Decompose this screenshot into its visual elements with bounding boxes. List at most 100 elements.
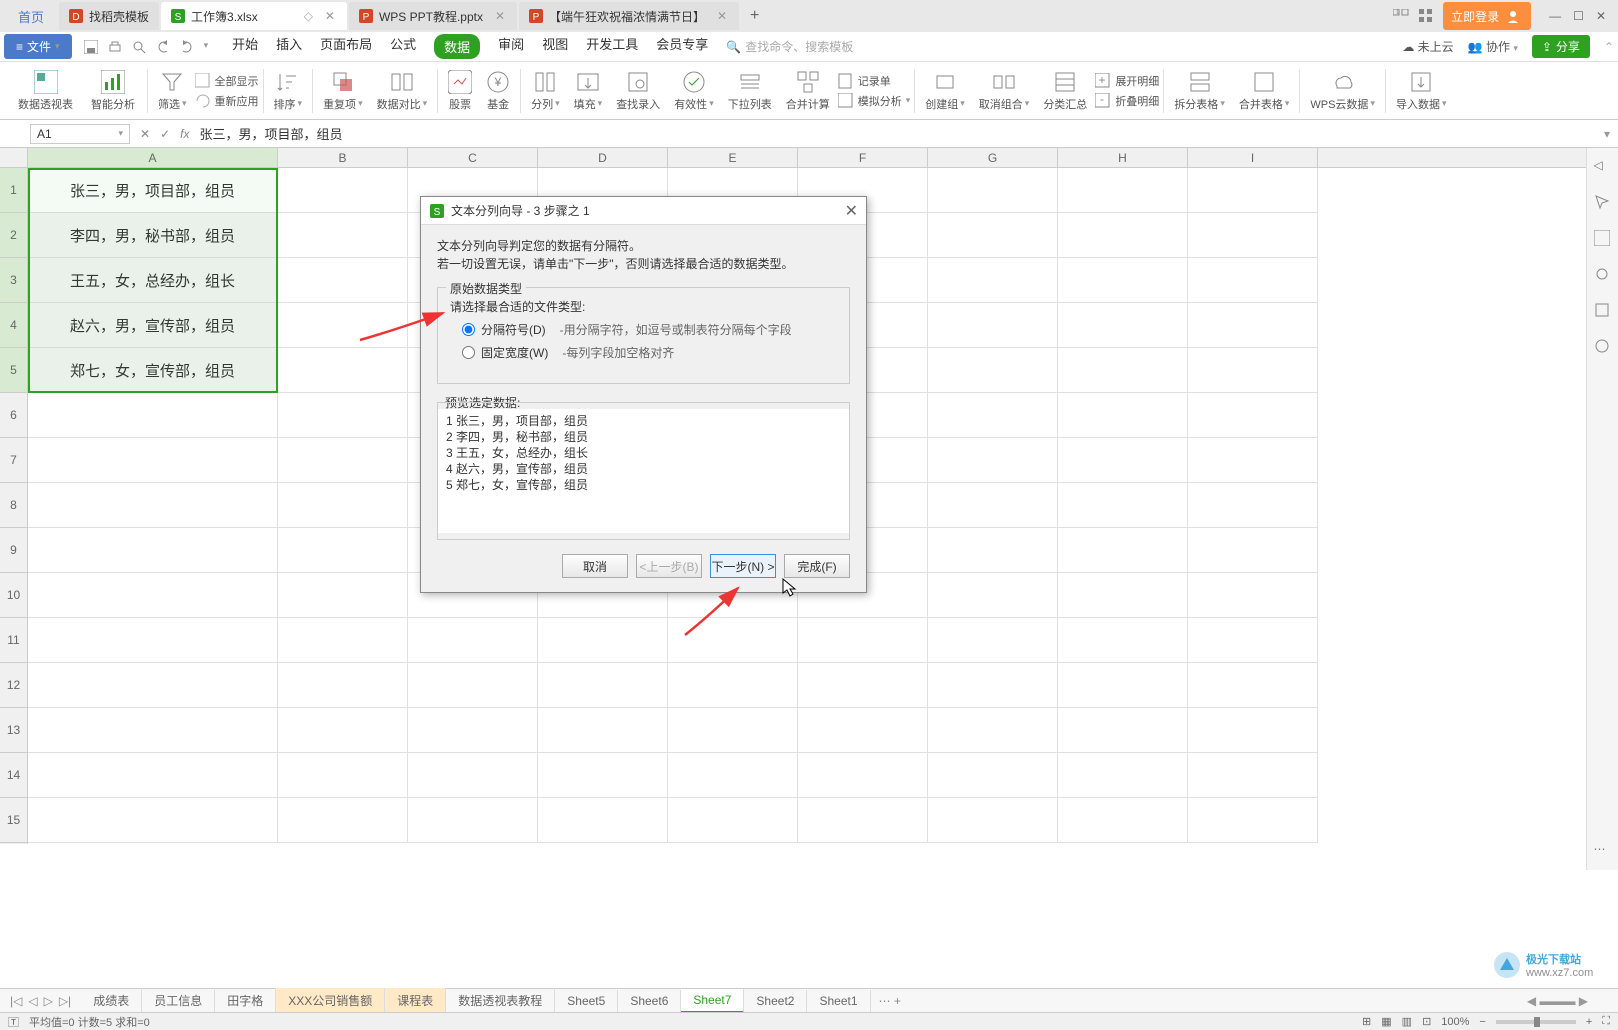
menu-start[interactable]: 开始 (232, 34, 258, 59)
cell[interactable] (278, 483, 408, 528)
cell[interactable] (928, 213, 1058, 258)
cell[interactable] (668, 798, 798, 843)
view-icon-4[interactable]: ⊡ (1422, 1015, 1431, 1028)
ribbon-pivot[interactable]: 数据透视表 (10, 64, 81, 117)
sheet-more[interactable]: ⋯ + (871, 994, 909, 1008)
collab-button[interactable]: 👥 协作 ▾ (1468, 38, 1518, 55)
menu-layout[interactable]: 页面布局 (320, 34, 372, 59)
col-header-a[interactable]: A (28, 148, 278, 167)
cell[interactable] (28, 663, 278, 708)
cell[interactable] (1058, 573, 1188, 618)
cell[interactable] (278, 258, 408, 303)
ribbon-import[interactable]: 导入数据▾ (1390, 64, 1453, 117)
col-header-f[interactable]: F (798, 148, 928, 167)
ribbon-showall[interactable]: 全部显示 (195, 73, 259, 89)
ribbon-dropdown[interactable]: 下拉列表 (722, 64, 778, 117)
sheet-tab-active[interactable]: Sheet7 (681, 989, 744, 1013)
cell[interactable] (538, 618, 668, 663)
cell[interactable] (1188, 258, 1318, 303)
chevron-down-icon[interactable]: ▾ (204, 40, 209, 54)
sheet-next-icon[interactable]: ▷ (44, 994, 53, 1008)
close-icon[interactable]: ✕ (715, 9, 729, 23)
name-box[interactable]: A1 ▾ (30, 124, 130, 144)
cell[interactable] (928, 753, 1058, 798)
cell[interactable] (538, 753, 668, 798)
cell[interactable] (928, 708, 1058, 753)
record-icon[interactable]: 🅃 (8, 1014, 19, 1030)
preview-content[interactable]: 1 张三，男，项目部，组员 2 李四，男，秘书部，组员 3 王五，女，总经办，组… (438, 409, 849, 533)
row-header[interactable]: 6 (0, 393, 27, 438)
select-all-corner[interactable] (0, 148, 28, 168)
ribbon-fill[interactable]: 填充▾ (568, 64, 609, 117)
ribbon-collapse-detail[interactable]: -折叠明细 (1095, 93, 1159, 109)
ribbon-currency[interactable]: ¥基金 (480, 64, 516, 117)
add-tab-button[interactable]: + (740, 7, 769, 25)
menu-insert[interactable]: 插入 (276, 34, 302, 59)
row-header[interactable]: 2 (0, 213, 27, 258)
ribbon-mergetbl[interactable]: 合并表格▾ (1233, 64, 1296, 117)
ribbon-smart[interactable]: 智能分析 (83, 64, 143, 117)
doc-tab-ppt1[interactable]: P WPS PPT教程.pptx ✕ (349, 2, 517, 30)
cell[interactable] (278, 573, 408, 618)
menu-devtools[interactable]: 开发工具 (586, 34, 638, 59)
close-icon[interactable]: ✕ (493, 9, 507, 23)
sheet-tab[interactable]: Sheet5 (555, 990, 618, 1012)
sheet-tab[interactable]: Sheet1 (807, 990, 870, 1012)
cell[interactable] (28, 753, 278, 798)
cell-a1[interactable]: 张三，男，项目部，组员 (28, 168, 278, 213)
cell[interactable] (278, 753, 408, 798)
cell[interactable] (798, 798, 928, 843)
cell[interactable] (928, 393, 1058, 438)
row-header[interactable]: 1 (0, 168, 27, 213)
cell[interactable] (928, 798, 1058, 843)
cell[interactable] (1058, 708, 1188, 753)
col-header-g[interactable]: G (928, 148, 1058, 167)
cell[interactable] (1188, 393, 1318, 438)
cell[interactable] (1058, 168, 1188, 213)
cell[interactable] (928, 528, 1058, 573)
cell[interactable] (1188, 753, 1318, 798)
menu-data[interactable]: 数据 (434, 34, 480, 59)
ribbon-dup[interactable]: 重复项▾ (317, 64, 369, 117)
redo-icon[interactable] (180, 40, 194, 54)
ribbon-splittbl[interactable]: 拆分表格▾ (1168, 64, 1231, 117)
cloud-status[interactable]: ☁ 未上云 (1402, 38, 1453, 55)
row-header[interactable]: 12 (0, 663, 27, 708)
ribbon-split[interactable]: 分列▾ (525, 64, 566, 117)
cell[interactable] (928, 258, 1058, 303)
command-search[interactable]: 🔍 查找命令、搜索模板 (726, 38, 853, 55)
doc-tab-workbook[interactable]: S 工作簿3.xlsx ◇ ✕ (161, 2, 347, 30)
sheet-tab[interactable]: 员工信息 (142, 988, 215, 1013)
menu-formula[interactable]: 公式 (390, 34, 416, 59)
cell[interactable] (1058, 258, 1188, 303)
cell[interactable] (278, 708, 408, 753)
doc-tab-template[interactable]: D 找稻壳模板 (59, 2, 159, 30)
file-menu[interactable]: ≡ 文件 ▾ (4, 34, 72, 59)
grid-icon[interactable]: 1 (1393, 9, 1409, 23)
ribbon-validity[interactable]: 有效性▾ (668, 64, 720, 117)
cell[interactable] (1058, 753, 1188, 798)
ribbon-record[interactable]: 记录单 (838, 73, 911, 89)
cell[interactable] (278, 168, 408, 213)
zoom-out-icon[interactable]: − (1479, 1016, 1485, 1028)
row-header[interactable]: 3 (0, 258, 27, 303)
ribbon-group-create[interactable]: 创建组▾ (919, 64, 971, 117)
cell[interactable] (278, 393, 408, 438)
cell[interactable] (1058, 348, 1188, 393)
sidebar-backup-icon[interactable] (1594, 338, 1612, 356)
cell[interactable] (1188, 213, 1318, 258)
cell[interactable] (28, 528, 278, 573)
cell[interactable] (928, 168, 1058, 213)
ribbon-wpscloud[interactable]: WPS云数据▾ (1304, 64, 1381, 117)
cell[interactable] (668, 753, 798, 798)
cell[interactable] (28, 708, 278, 753)
cell[interactable] (928, 303, 1058, 348)
cell[interactable] (28, 573, 278, 618)
cancel-formula-icon[interactable]: ✕ (140, 127, 150, 141)
cell[interactable] (278, 438, 408, 483)
col-header-i[interactable]: I (1188, 148, 1318, 167)
radio-input[interactable] (462, 323, 475, 336)
cell[interactable] (1188, 573, 1318, 618)
cell[interactable] (798, 753, 928, 798)
dialog-titlebar[interactable]: S 文本分列向导 - 3 步骤之 1 ✕ (421, 197, 866, 225)
